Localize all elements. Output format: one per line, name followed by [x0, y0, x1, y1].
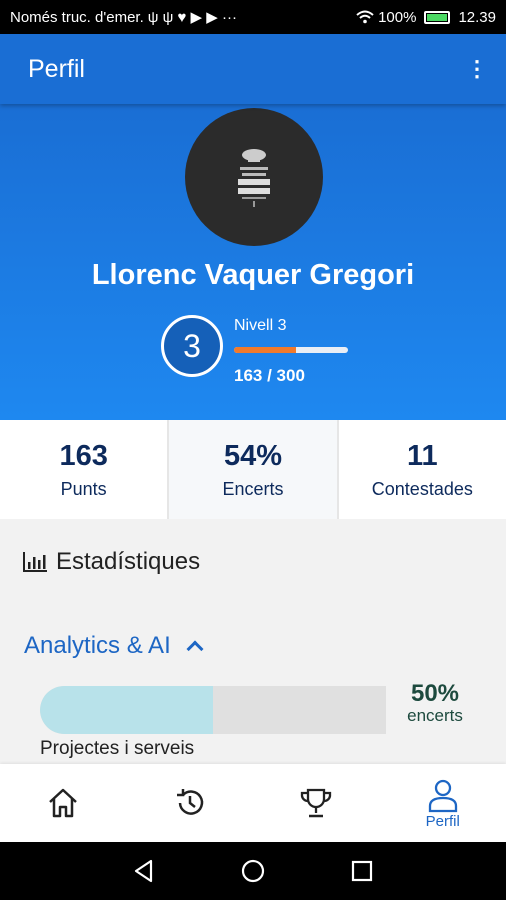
category-toggle[interactable]: Analytics & AI [24, 632, 204, 660]
stat-value: 11 [406, 439, 438, 472]
profile-header: Llorenc Vaquer Gregori 3 Nivell 3 163 / … [0, 104, 506, 420]
system-nav-bar [0, 842, 506, 900]
wifi-icon [356, 10, 374, 24]
nav-profile-label: Perfil [425, 812, 460, 830]
statistics-heading: Estadístiques [22, 548, 200, 576]
notification-icons: ψ ψ ♥ ▶ ▶ ··· [147, 9, 237, 26]
stat-accuracy: 54% Encerts [169, 420, 337, 519]
level-badge: 3 [161, 315, 223, 377]
carrier-text: Només truc. d'emer. [10, 8, 144, 26]
battery-icon [424, 10, 451, 24]
category-percent: 50% [410, 680, 460, 707]
subcategory-name: Projectes i serveis [40, 738, 195, 759]
stat-label: Encerts [222, 478, 284, 499]
user-name: Llorenc Vaquer Gregori [91, 259, 415, 291]
status-bar: Només truc. d'emer. ψ ψ ♥ ▶ ▶ ··· 100% 1… [0, 0, 506, 34]
stat-value: 54% [223, 439, 283, 472]
avatar-logo-icon [238, 149, 270, 207]
history-icon [176, 789, 203, 815]
more-vert-icon[interactable]: ⋮ [466, 58, 488, 80]
chevron-up-icon [186, 640, 204, 658]
page-title: Perfil [28, 54, 85, 83]
home-icon [49, 788, 78, 818]
home-circle-icon[interactable] [240, 858, 266, 884]
level-progress-fill [234, 347, 296, 353]
level-progress-bar [234, 347, 348, 353]
category-progress-fill [40, 686, 213, 734]
stat-points: 163 Punts [0, 420, 168, 519]
category-percent-label: encerts [407, 706, 463, 725]
nav-trophy[interactable] [253, 784, 380, 822]
trophy-icon [301, 788, 332, 818]
app-bar: Perfil ⋮ [0, 34, 506, 104]
statistics-title: Estadístiques [56, 548, 201, 575]
nav-history[interactable] [127, 784, 254, 822]
stat-label: Contestades [371, 478, 473, 499]
stat-value: 163 [59, 439, 108, 472]
stats-summary: 163 Punts 54% Encerts 11 Contestades [0, 420, 506, 519]
nav-profile[interactable]: Perfil [380, 777, 506, 830]
avatar[interactable] [185, 108, 323, 246]
battery-percent: 100% [378, 8, 417, 26]
stat-label: Punts [60, 478, 107, 499]
level-points: 163 / 300 [234, 366, 305, 385]
clock: 12.39 [458, 8, 496, 26]
level-label: Nivell 3 [234, 317, 287, 334]
nav-home[interactable] [0, 784, 127, 822]
category-name: Analytics & AI [24, 632, 171, 659]
stats-icon [23, 552, 47, 572]
back-icon[interactable] [131, 858, 157, 884]
stat-answered: 11 Contestades [338, 420, 506, 519]
category-progress-bar [40, 686, 386, 734]
person-icon [428, 779, 457, 812]
bottom-nav: Perfil [0, 764, 506, 842]
recents-icon[interactable] [349, 858, 375, 884]
